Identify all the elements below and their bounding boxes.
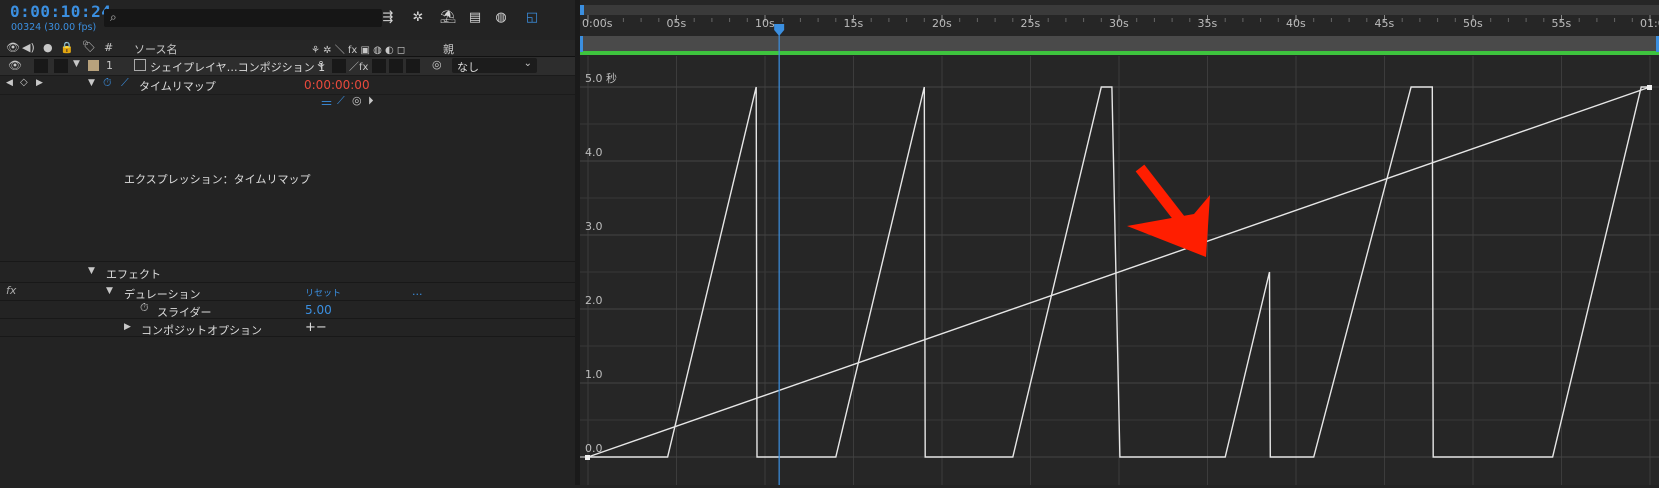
- switch-slot[interactable]: [372, 59, 386, 73]
- effects-expand-triangle[interactable]: ▼: [88, 266, 95, 276]
- work-area-start-handle[interactable]: [580, 36, 583, 52]
- value-axis-label: 4.0: [585, 146, 603, 159]
- ruler-tick-label: 45s: [1375, 17, 1395, 30]
- fx-icon[interactable]: fx: [6, 284, 16, 297]
- ruler-tick-label: 25s: [1021, 17, 1041, 30]
- slider-value[interactable]: 5.00: [305, 303, 332, 317]
- ruler-tick-label: 35s: [1198, 17, 1218, 30]
- slider-row[interactable]: ⏱ スライダー 5.00: [0, 300, 575, 319]
- label-icon[interactable]: 🏷: [82, 40, 96, 53]
- search-input[interactable]: [104, 9, 382, 27]
- label-color-swatch[interactable]: [88, 60, 99, 71]
- column-source-name[interactable]: ソース名: [134, 41, 177, 57]
- switch-slot[interactable]: [332, 59, 346, 73]
- comp-flowchart-icon[interactable]: ⇶: [378, 9, 398, 27]
- visibility-eye-icon[interactable]: 👁: [8, 59, 22, 72]
- current-time-display[interactable]: 0:00:10:24: [10, 2, 111, 21]
- ruler-tick-label: 10s: [755, 17, 775, 30]
- composite-expand-triangle[interactable]: ▶: [124, 322, 131, 332]
- solo-icon[interactable]: ●: [43, 41, 53, 54]
- graph-editor-icon[interactable]: ◱: [522, 9, 542, 27]
- motion-blur-icon[interactable]: ◍: [491, 9, 511, 27]
- ruler-tick-label: 30s: [1109, 17, 1129, 30]
- divider: [0, 261, 575, 262]
- effect-expand-triangle[interactable]: ▼: [106, 286, 113, 296]
- layer-name[interactable]: シェイプレイヤ…コンポジション 1: [150, 59, 325, 75]
- expression-pickwhip-icon[interactable]: ◎: [352, 94, 362, 107]
- draft-3d-icon[interactable]: ✲: [408, 9, 428, 27]
- more-link[interactable]: ...: [412, 285, 423, 298]
- prev-keyframe-icon[interactable]: ◀: [6, 78, 13, 88]
- quality-switch-icon[interactable]: ／fx: [349, 58, 368, 73]
- keyframe-icon[interactable]: ◇: [20, 77, 28, 88]
- column-number: #: [104, 41, 114, 54]
- chevron-down-icon: ⌄: [523, 58, 532, 69]
- composite-options-row[interactable]: ▶ コンポジットオプション +−: [0, 318, 575, 337]
- switches-icons: ⚘ ✲ ＼ fx ▣ ◍ ◐ ◻: [311, 45, 406, 56]
- expression-graph-icon[interactable]: ⟋: [337, 94, 345, 108]
- audio-icon[interactable]: ◀): [22, 41, 35, 54]
- lock-icon[interactable]: 🔒: [60, 41, 74, 54]
- time-navigator-bar[interactable]: [580, 5, 1659, 15]
- expression-language-menu-icon[interactable]: ⏵: [368, 94, 374, 108]
- graph-include-icon[interactable]: ⟋: [121, 76, 129, 90]
- keyframe-marker[interactable]: [1647, 85, 1652, 90]
- ruler-tick-label: 15s: [844, 17, 864, 30]
- stopwatch-icon[interactable]: ⏱: [103, 76, 112, 90]
- time-remap-label: タイムリマップ: [139, 80, 216, 93]
- work-area-range[interactable]: [580, 51, 1659, 55]
- comp-icon: [134, 59, 146, 71]
- parent-dropdown[interactable]: なし ⌄: [452, 58, 537, 74]
- ruler-tick-label: 0:00s: [582, 17, 613, 30]
- column-parent[interactable]: 親: [443, 41, 454, 57]
- layer-row[interactable]: 👁 ▼ 1 シェイプレイヤ…コンポジション 1 ⚘ ／fx ◎ なし ⌄: [0, 57, 575, 76]
- shy-layers-icon[interactable]: ⛱: [438, 9, 458, 27]
- stopwatch-icon[interactable]: ⏱: [140, 301, 149, 315]
- search-icon: ⌕: [110, 10, 117, 24]
- switch-slot[interactable]: [406, 59, 420, 73]
- property-expand-triangle[interactable]: ▼: [88, 78, 95, 88]
- value-axis-label: 2.0: [585, 294, 603, 307]
- composite-options-value[interactable]: +−: [305, 320, 327, 335]
- frame-info: 00324 (30.00 fps): [11, 22, 97, 33]
- ruler-tick-label: 20s: [932, 17, 952, 30]
- time-remap-value[interactable]: 0:00:00:00: [304, 78, 370, 92]
- divider: [0, 336, 575, 337]
- graph-editor-canvas[interactable]: 0:00s 05s 10s 15s 20s 25s 30s 35s 40s 45s 50s 55s 01…: [580, 0, 1659, 485]
- layer-number: 1: [106, 59, 113, 72]
- value-axis-label: 3.0: [585, 220, 603, 233]
- parent-dropdown-value: なし: [457, 61, 479, 74]
- pickwhip-icon[interactable]: ◎: [432, 58, 442, 71]
- reset-link[interactable]: リセット: [305, 286, 341, 299]
- switch-slot[interactable]: [389, 59, 403, 73]
- frame-blending-icon[interactable]: ▤: [465, 9, 485, 27]
- layer-expand-triangle[interactable]: ▼: [73, 59, 80, 69]
- keyframe-marker[interactable]: [585, 455, 590, 460]
- solo-switch[interactable]: [54, 59, 68, 73]
- audio-switch[interactable]: [34, 59, 48, 73]
- value-axis-label: 5.0 秒: [585, 71, 617, 85]
- next-keyframe-icon[interactable]: ▶: [36, 78, 43, 88]
- expression-enable-icon[interactable]: ＝: [320, 93, 333, 112]
- value-axis-label: 1.0: [585, 368, 603, 381]
- timeline-layer-panel: 0:00:10:24 00324 (30.00 fps) ⌕ ⇶ ✲ ⛱ ▤ ◍…: [0, 0, 575, 485]
- expression-label[interactable]: エクスプレッション：タイムリマップ: [124, 171, 310, 187]
- collapse-switch-icon[interactable]: ⚘: [316, 59, 326, 72]
- column-header: 👁 ◀) ● 🔒 🏷 # ソース名 ⚘ ✲ ＼ fx ▣ ◍ ◐ ◻ 親: [0, 40, 575, 57]
- time-remap-row[interactable]: ◀ ◇ ▶ ▼ ⏱ ⟋ タイムリマップ 0:00:00:00: [0, 75, 575, 95]
- ruler-tick-label: 50s: [1463, 17, 1483, 30]
- ruler-tick-label: 05s: [667, 17, 687, 30]
- work-area-bar[interactable]: [580, 36, 1659, 52]
- ruler-tick-label: 01:0: [1640, 17, 1659, 30]
- eye-icon[interactable]: 👁: [6, 41, 20, 54]
- effects-label: エフェクト: [106, 268, 161, 281]
- effect-row[interactable]: fx ▼ デュレーション リセット ...: [0, 282, 575, 301]
- navigator-start-handle[interactable]: [580, 5, 584, 15]
- graph-editor[interactable]: 0:00s 05s 10s 15s 20s 25s 30s 35s 40s 45s 50s 55s 01…: [580, 0, 1659, 485]
- ruler-tick-label: 55s: [1552, 17, 1572, 30]
- ruler-tick-label: 40s: [1286, 17, 1306, 30]
